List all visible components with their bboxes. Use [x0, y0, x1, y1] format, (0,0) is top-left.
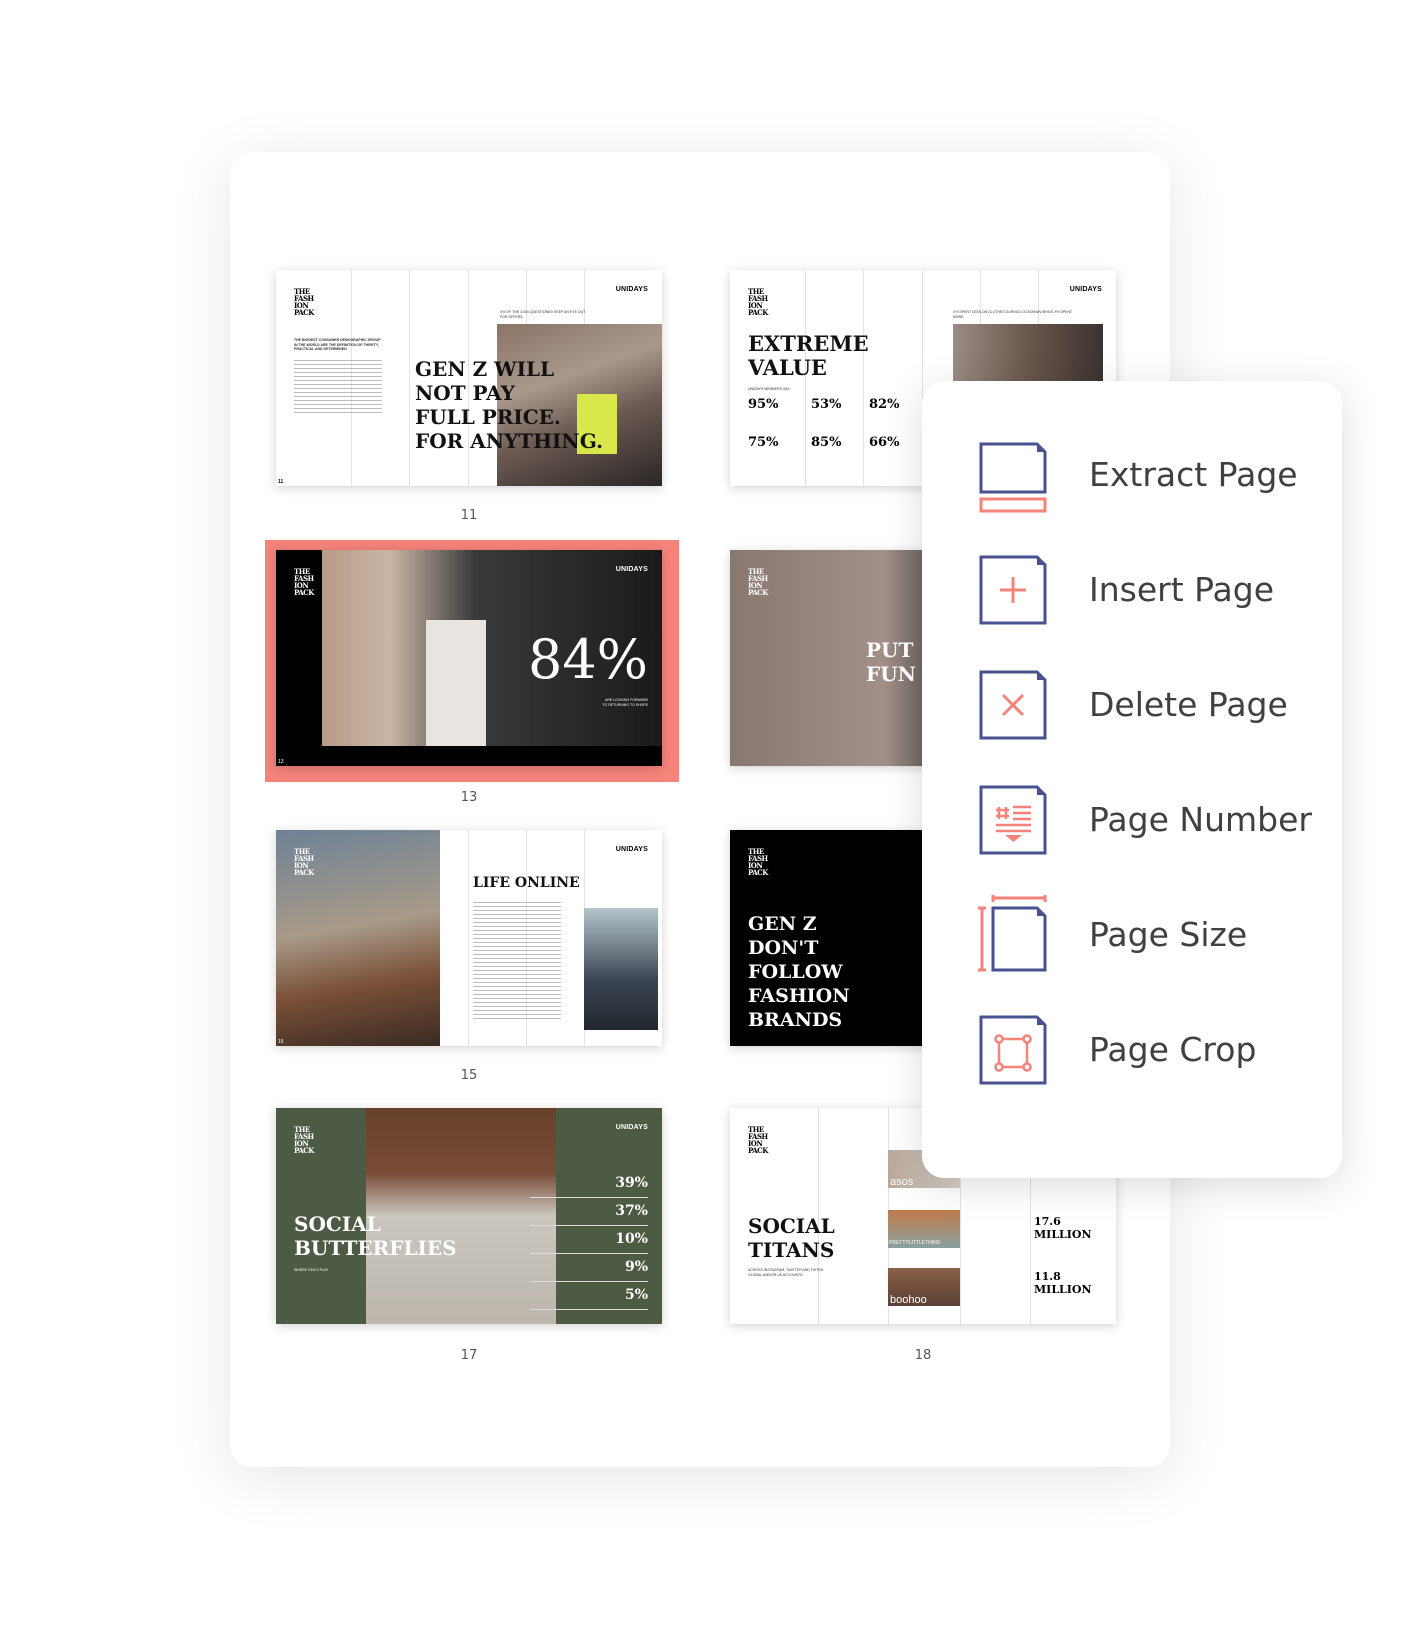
stat-row: 5%	[530, 1282, 648, 1310]
menu-item-page-number[interactable]: Page Number	[977, 779, 1337, 859]
platform-stats: 39% 37% 10% 9% 5%	[530, 1170, 648, 1310]
stat: 95%	[748, 397, 779, 412]
menu-item-label: Page Size	[1089, 914, 1248, 954]
photo-person-white-jacket	[426, 620, 486, 746]
stat: 66%	[869, 435, 900, 450]
caption-text: X% SPENT LESS ON CLOTHES DURING LOCKDOWN…	[953, 310, 1073, 319]
delete-page-icon	[977, 664, 1049, 744]
slide-number: 15	[278, 1039, 284, 1045]
page-thumbnail-11[interactable]: THE FASH ION PACK UNIDAYS THE BIGGEST CONSU…	[276, 270, 662, 486]
insert-page-icon	[977, 549, 1049, 629]
menu-item-label: Insert Page	[1089, 569, 1275, 609]
brand-tile-boohoo: boohoo	[888, 1268, 960, 1306]
menu-item-extract-page[interactable]: Extract Page	[977, 434, 1337, 514]
body-text	[473, 902, 561, 1022]
headline: PUT FUN	[866, 638, 916, 686]
menu-item-page-crop[interactable]: Page Crop	[977, 1009, 1337, 1089]
subheadline: ACROSS INSTAGRAM, TWITTER AND TIKTOK. GL…	[748, 1268, 825, 1277]
stat: 85%	[811, 435, 842, 450]
photo-two-women	[953, 324, 1103, 384]
slide-number: 11	[278, 479, 284, 485]
menu-item-label: Page Crop	[1089, 1029, 1257, 1069]
stat: 75%	[748, 435, 779, 450]
brand-tile-prettylittlething: PRETTYLITTLETHING	[888, 1210, 960, 1248]
menu-item-insert-page[interactable]: Insert Page	[977, 549, 1337, 629]
page-size-icon	[977, 894, 1049, 974]
page-crop-icon	[977, 1009, 1049, 1089]
fashion-pack-logo: THE FASH ION PACK	[294, 287, 314, 317]
page-thumbnail-17[interactable]: THE FASH ION PACK UNIDAYS SOCIAL BUTTERFLIES…	[276, 1108, 662, 1324]
menu-item-delete-page[interactable]: Delete Page	[977, 664, 1337, 744]
fashion-pack-logo: THE FASH ION PACK	[748, 287, 768, 317]
fashion-pack-logo: THE FASH ION PACK	[294, 1125, 314, 1155]
members-say: UNIDAYS MEMBERS SAY...	[748, 387, 793, 391]
followers-count: 17.6 MILLION	[1034, 1215, 1092, 1241]
page-thumbnail-15[interactable]: THE FASH ION PACK UNIDAYS LIFE ONLINE 15	[276, 830, 662, 1046]
fashion-pack-logo: THE FASH ION PACK	[748, 1125, 768, 1155]
stat: 53%	[811, 397, 842, 412]
followers-count: 11.8 MILLION	[1034, 1270, 1092, 1296]
fashion-pack-logo: THE FASH ION PACK	[748, 847, 768, 877]
intro-text: THE BIGGEST CONSUMER DEMOGRAPHIC GROUP I…	[294, 338, 381, 351]
page-label-18: 18	[914, 1348, 932, 1363]
headline: GEN Z WILL NOT PAY FULL PRICE. FOR ANYTHING…	[415, 357, 604, 453]
stat: 82%	[869, 397, 900, 412]
menu-item-page-size[interactable]: Page Size	[977, 894, 1337, 974]
fashion-pack-logo: THE FASH ION PACK	[294, 847, 314, 877]
headline: SOCIAL BUTTERFLIES	[294, 1212, 457, 1260]
extract-page-icon	[977, 434, 1049, 514]
big-stat: 84%	[527, 628, 648, 691]
headline: EXTREME VALUE	[748, 331, 869, 380]
stat-row: 39%	[530, 1170, 648, 1198]
stat-row: 10%	[530, 1226, 648, 1254]
photo-woman-phone	[584, 908, 658, 1030]
unidays-brand: UNIDAYS	[615, 566, 648, 573]
subheadline: WHERE GEN Z PLAY	[294, 1268, 329, 1272]
headline: GEN Z DON'T FOLLOW FASHION BRANDS	[748, 913, 850, 1031]
page-thumbnail-13[interactable]: THE FASH ION PACK UNIDAYS 84% ARE LOOKING F…	[276, 550, 662, 766]
page-label-15: 15	[460, 1068, 478, 1083]
page-label-11: 11	[460, 508, 478, 523]
stat-caption: ARE LOOKING FORWARD TO RETURNING TO SHOPS	[602, 698, 648, 707]
fashion-pack-logo: THE FASH ION PACK	[748, 567, 768, 597]
unidays-brand: UNIDAYS	[1069, 286, 1102, 293]
stat-row: 37%	[530, 1198, 648, 1226]
menu-item-label: Extract Page	[1089, 454, 1298, 494]
unidays-brand: UNIDAYS	[615, 286, 648, 293]
unidays-brand: UNIDAYS	[615, 846, 648, 853]
page-label-17: 17	[460, 1348, 478, 1363]
headline: LIFE ONLINE	[473, 875, 580, 891]
caption-text: X% OF THE 3,000 QUESTIONED KEEP AN EYE O…	[500, 310, 586, 319]
page-context-menu: Extract Page Insert Page Delete Page Pag…	[922, 381, 1342, 1178]
menu-item-label: Delete Page	[1089, 684, 1288, 724]
menu-item-label: Page Number	[1089, 799, 1312, 839]
headline: SOCIAL TITANS	[748, 1214, 835, 1262]
stat-row: 9%	[530, 1254, 648, 1282]
slide-number: 13	[278, 759, 284, 765]
page-label-13: 13	[460, 790, 478, 805]
unidays-brand: UNIDAYS	[615, 1124, 648, 1131]
body-text	[294, 360, 382, 415]
page-number-icon	[977, 779, 1049, 859]
fashion-pack-logo: THE FASH ION PACK	[294, 567, 314, 597]
